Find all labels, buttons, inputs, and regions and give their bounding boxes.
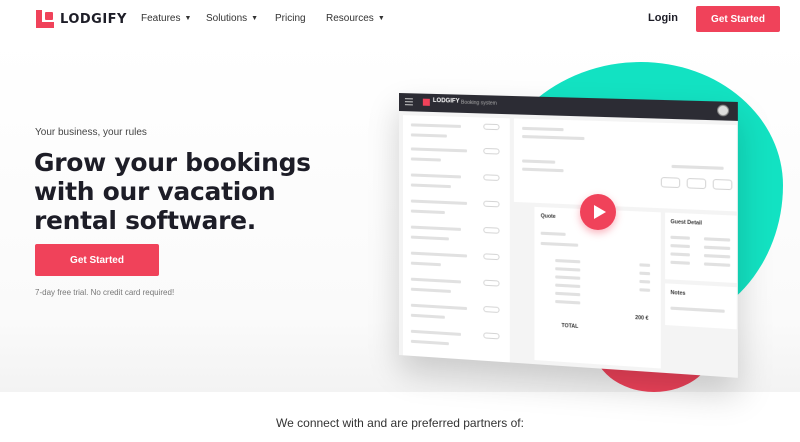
avatar — [717, 104, 730, 117]
chevron-down-icon: ▼ — [184, 15, 192, 22]
nav-item-features[interactable]: Features ▼ — [141, 13, 191, 24]
headline-line: with our vacation — [34, 177, 276, 206]
lodgify-logo[interactable]: LODGIFY — [36, 10, 127, 28]
trial-note: 7-day free trial. No credit card require… — [35, 288, 175, 297]
booking-list-panel — [402, 115, 510, 363]
nav-item-pricing[interactable]: Pricing — [275, 13, 306, 24]
nav-item-resources[interactable]: Resources ▼ — [326, 13, 385, 24]
app-subtitle: Booking system — [460, 99, 497, 107]
headline-line: rental software. — [34, 206, 257, 235]
login-link[interactable]: Login — [648, 12, 678, 24]
top-navigation: LODGIFY Features ▼ Solutions ▼ Pricing R… — [0, 0, 800, 38]
get-started-nav-button[interactable]: Get Started — [696, 6, 780, 32]
hamburger-icon — [404, 98, 413, 106]
guest-detail-title: Guest Detail — [670, 219, 703, 227]
notes-panel: Notes — [665, 283, 737, 330]
app-brand: LODGIFY — [432, 97, 460, 105]
quote-panel: Quote 200 € TOTAL — [534, 206, 661, 369]
guest-detail-panel: Guest Detail — [665, 212, 737, 284]
headline-line: Grow your bookings — [34, 148, 311, 177]
nav-item-label: Resources — [326, 13, 374, 24]
get-started-hero-button[interactable]: Get Started — [35, 244, 159, 276]
partners-heading: We connect with and are preferred partne… — [276, 416, 524, 430]
quote-total-label: TOTAL — [561, 322, 579, 331]
nav-item-label: Solutions — [206, 13, 248, 24]
logo-text: LODGIFY — [60, 11, 127, 27]
app-logo-icon — [422, 98, 430, 106]
hero-headline: Grow your bookings with our vacation ren… — [34, 148, 354, 235]
nav-item-solutions[interactable]: Solutions ▼ — [206, 13, 258, 24]
nav-item-label: Pricing — [275, 13, 306, 24]
hero-tagline: Your business, your rules — [35, 127, 147, 138]
chevron-down-icon: ▼ — [377, 15, 385, 22]
play-icon — [593, 205, 606, 219]
nav-item-label: Features — [141, 13, 181, 24]
play-video-button[interactable] — [580, 194, 616, 230]
chevron-down-icon: ▼ — [251, 15, 259, 22]
logo-mark-icon — [36, 10, 54, 28]
quote-total-value: 200 € — [635, 314, 649, 322]
booking-summary-panel — [513, 118, 737, 212]
quote-title: Quote — [540, 213, 556, 221]
app-screenshot: LODGIFY Booking system Quote 200 € TOTAL… — [399, 93, 738, 378]
notes-title: Notes — [670, 289, 686, 297]
